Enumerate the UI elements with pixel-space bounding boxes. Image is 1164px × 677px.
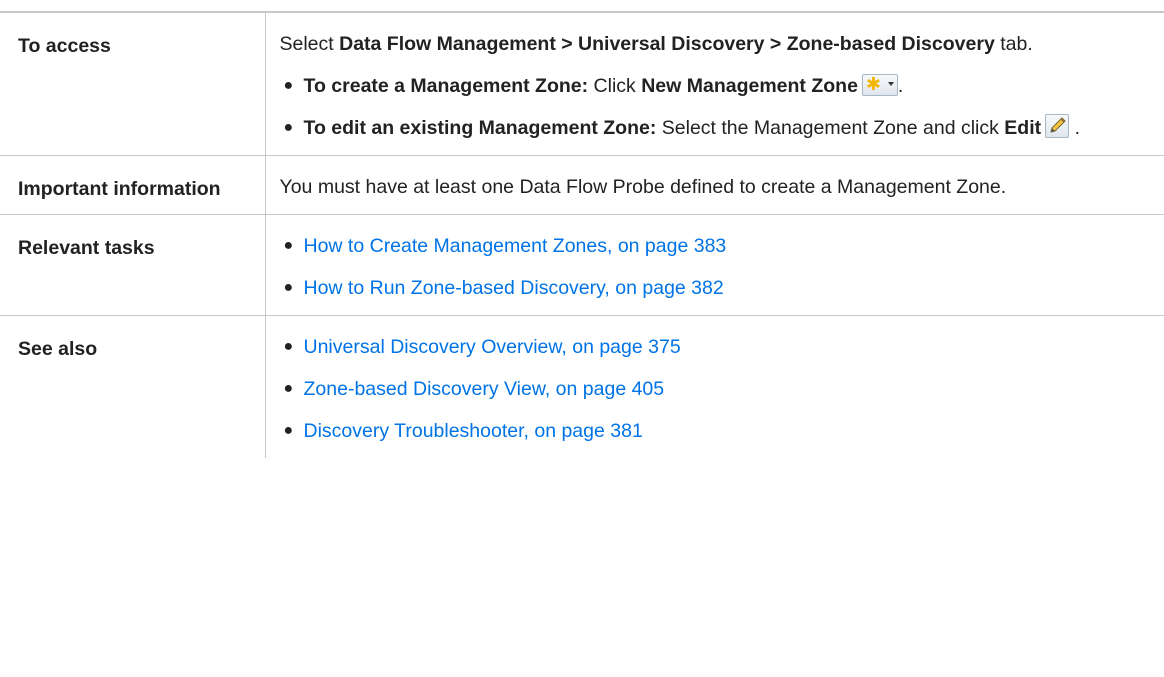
link-discovery-troubleshooter[interactable]: Discovery Troubleshooter, on page 381 — [304, 420, 643, 442]
access-intro-text: Select — [279, 33, 340, 55]
access-intro-end: tab. — [994, 33, 1033, 55]
list-item: ● To edit an existing Management Zone: S… — [280, 111, 1155, 145]
row-content: Select Data Flow Management > Universal … — [264, 11, 1164, 156]
row-to-access: To access Select Data Flow Management > … — [0, 11, 1164, 156]
link-create-management-zones[interactable]: How to Create Management Zones, on page … — [304, 235, 727, 257]
create-zone-text: Click — [588, 75, 642, 97]
row-important-information: Important information You must have at l… — [0, 155, 1164, 215]
bullet-icon: ● — [283, 237, 294, 254]
list-item: ● Zone-based Discovery View, on page 405 — [280, 372, 1155, 406]
bullet-icon: ● — [283, 380, 294, 397]
create-zone-end: . — [897, 75, 904, 97]
edit-zone-text: Select the Management Zone and click — [656, 117, 1005, 139]
row-label: To access — [0, 11, 266, 156]
see-also-list: ● Universal Discovery Overview, on page 3… — [280, 330, 1155, 448]
pencil-edit-icon — [1045, 114, 1070, 138]
access-menu-path: Data Flow Management > Universal Discove… — [339, 33, 995, 55]
edit-zone-end: . — [1074, 117, 1080, 139]
bullet-icon: ● — [283, 422, 294, 439]
row-content: ● Universal Discovery Overview, on page 3… — [264, 315, 1164, 458]
edit-zone-lead: To edit an existing Management Zone: — [303, 117, 657, 139]
access-intro: Select Data Flow Management > Universal … — [280, 27, 1155, 61]
bullet-icon: ● — [283, 279, 294, 296]
bullet-icon: ● — [283, 77, 294, 94]
row-relevant-tasks: Relevant tasks ● How to Create Management… — [0, 214, 1164, 316]
list-item: ● Discovery Troubleshooter, on page 381 — [280, 414, 1155, 448]
new-management-zone-label: New Management Zone — [641, 75, 858, 97]
row-see-also: See also ● Universal Discovery Overview, … — [0, 315, 1164, 458]
list-item: ● Universal Discovery Overview, on page 3… — [280, 330, 1155, 364]
list-item: ● How to Run Zone-based Discovery, on pag… — [280, 271, 1155, 305]
info-table: To access Select Data Flow Management > … — [0, 11, 1164, 458]
create-zone-lead: To create a Management Zone: — [303, 75, 589, 97]
link-universal-discovery-overview[interactable]: Universal Discovery Overview, on page 37… — [304, 336, 681, 358]
row-label: Important information — [0, 155, 266, 215]
list-item: ● How to Create Management Zones, on page… — [280, 229, 1155, 263]
list-item: ● To create a Management Zone: Click New… — [280, 69, 1155, 103]
new-star-dropdown-icon: ✱ — [861, 74, 898, 96]
access-list: ● To create a Management Zone: Click New… — [280, 69, 1155, 145]
bullet-icon: ● — [283, 338, 294, 355]
important-text: You must have at least one Data Flow Pro… — [279, 176, 1007, 198]
row-content: ● How to Create Management Zones, on page… — [264, 214, 1164, 316]
row-label: See also — [0, 315, 266, 458]
link-zone-based-discovery-view[interactable]: Zone-based Discovery View, on page 405 — [304, 378, 665, 400]
edit-label: Edit — [1004, 117, 1042, 139]
row-content: You must have at least one Data Flow Pro… — [264, 155, 1164, 215]
link-run-zone-based-discovery[interactable]: How to Run Zone-based Discovery, on page… — [304, 277, 724, 299]
row-label: Relevant tasks — [0, 214, 266, 316]
bullet-icon: ● — [283, 119, 294, 136]
tasks-list: ● How to Create Management Zones, on page… — [280, 229, 1155, 305]
